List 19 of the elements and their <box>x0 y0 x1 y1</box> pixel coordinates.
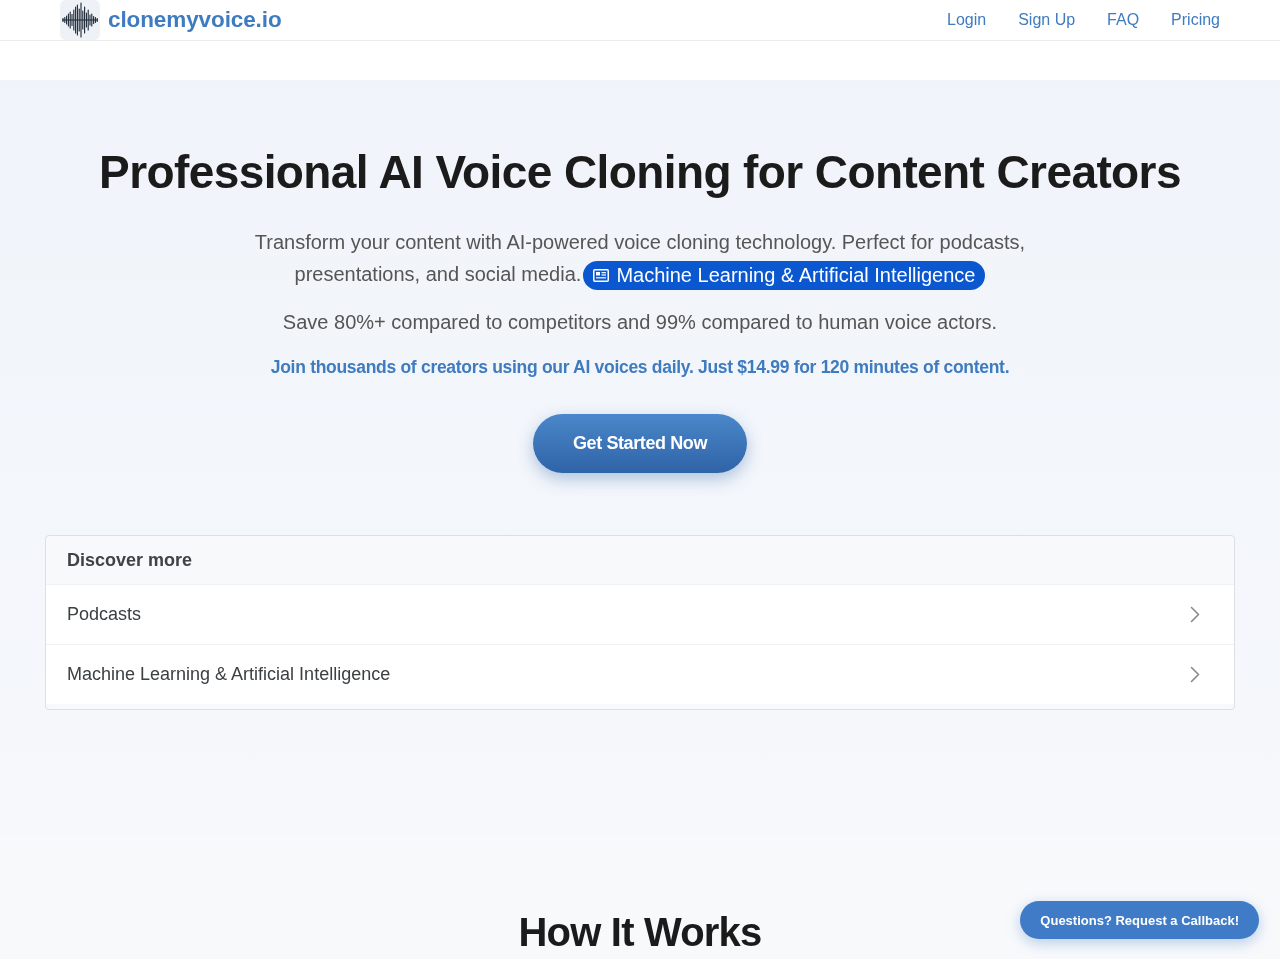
savings-text: Save 80%+ compared to competitors and 99% compared to human voice actors. <box>282 310 998 336</box>
hero-title: Professional AI Voice Cloning for Content Creators <box>99 145 1181 200</box>
chevron-right-icon <box>1190 666 1200 684</box>
brand-link[interactable]: clonemyvoice.io <box>108 7 282 33</box>
discover-link[interactable]: Podcasts <box>46 584 1234 645</box>
how-it-works-heading: How It Works <box>518 909 762 957</box>
discover-heading: Discover more <box>67 549 193 571</box>
offer-text: Join thousands of creators using our AI voices daily. Just $14.99 for 120 minutes of content. <box>270 356 1010 380</box>
document-icon <box>593 269 610 283</box>
topic-chip-link[interactable]: Machine Learning & Artificial Intelligence <box>583 261 986 291</box>
intro-paragraph: Transform your content with AI-powered voice cloning technology. Perfect for podcasts, presentations, and social media. Machine Learning & Artificial Intelligence <box>225 226 1055 291</box>
get-started-button[interactable]: Get Started Now <box>533 414 747 474</box>
nav-link[interactable]: FAQ <box>1107 11 1140 29</box>
nav-link[interactable]: Pricing <box>1171 11 1220 29</box>
discover-link[interactable]: Machine Learning & Artificial Intelligence <box>46 644 1234 705</box>
nav-link[interactable]: Login <box>947 11 987 29</box>
nav-link[interactable]: Sign Up <box>1018 11 1076 29</box>
callback-button[interactable]: Questions? Request a Callback! <box>1020 901 1259 939</box>
chevron-right-icon <box>1190 606 1200 624</box>
